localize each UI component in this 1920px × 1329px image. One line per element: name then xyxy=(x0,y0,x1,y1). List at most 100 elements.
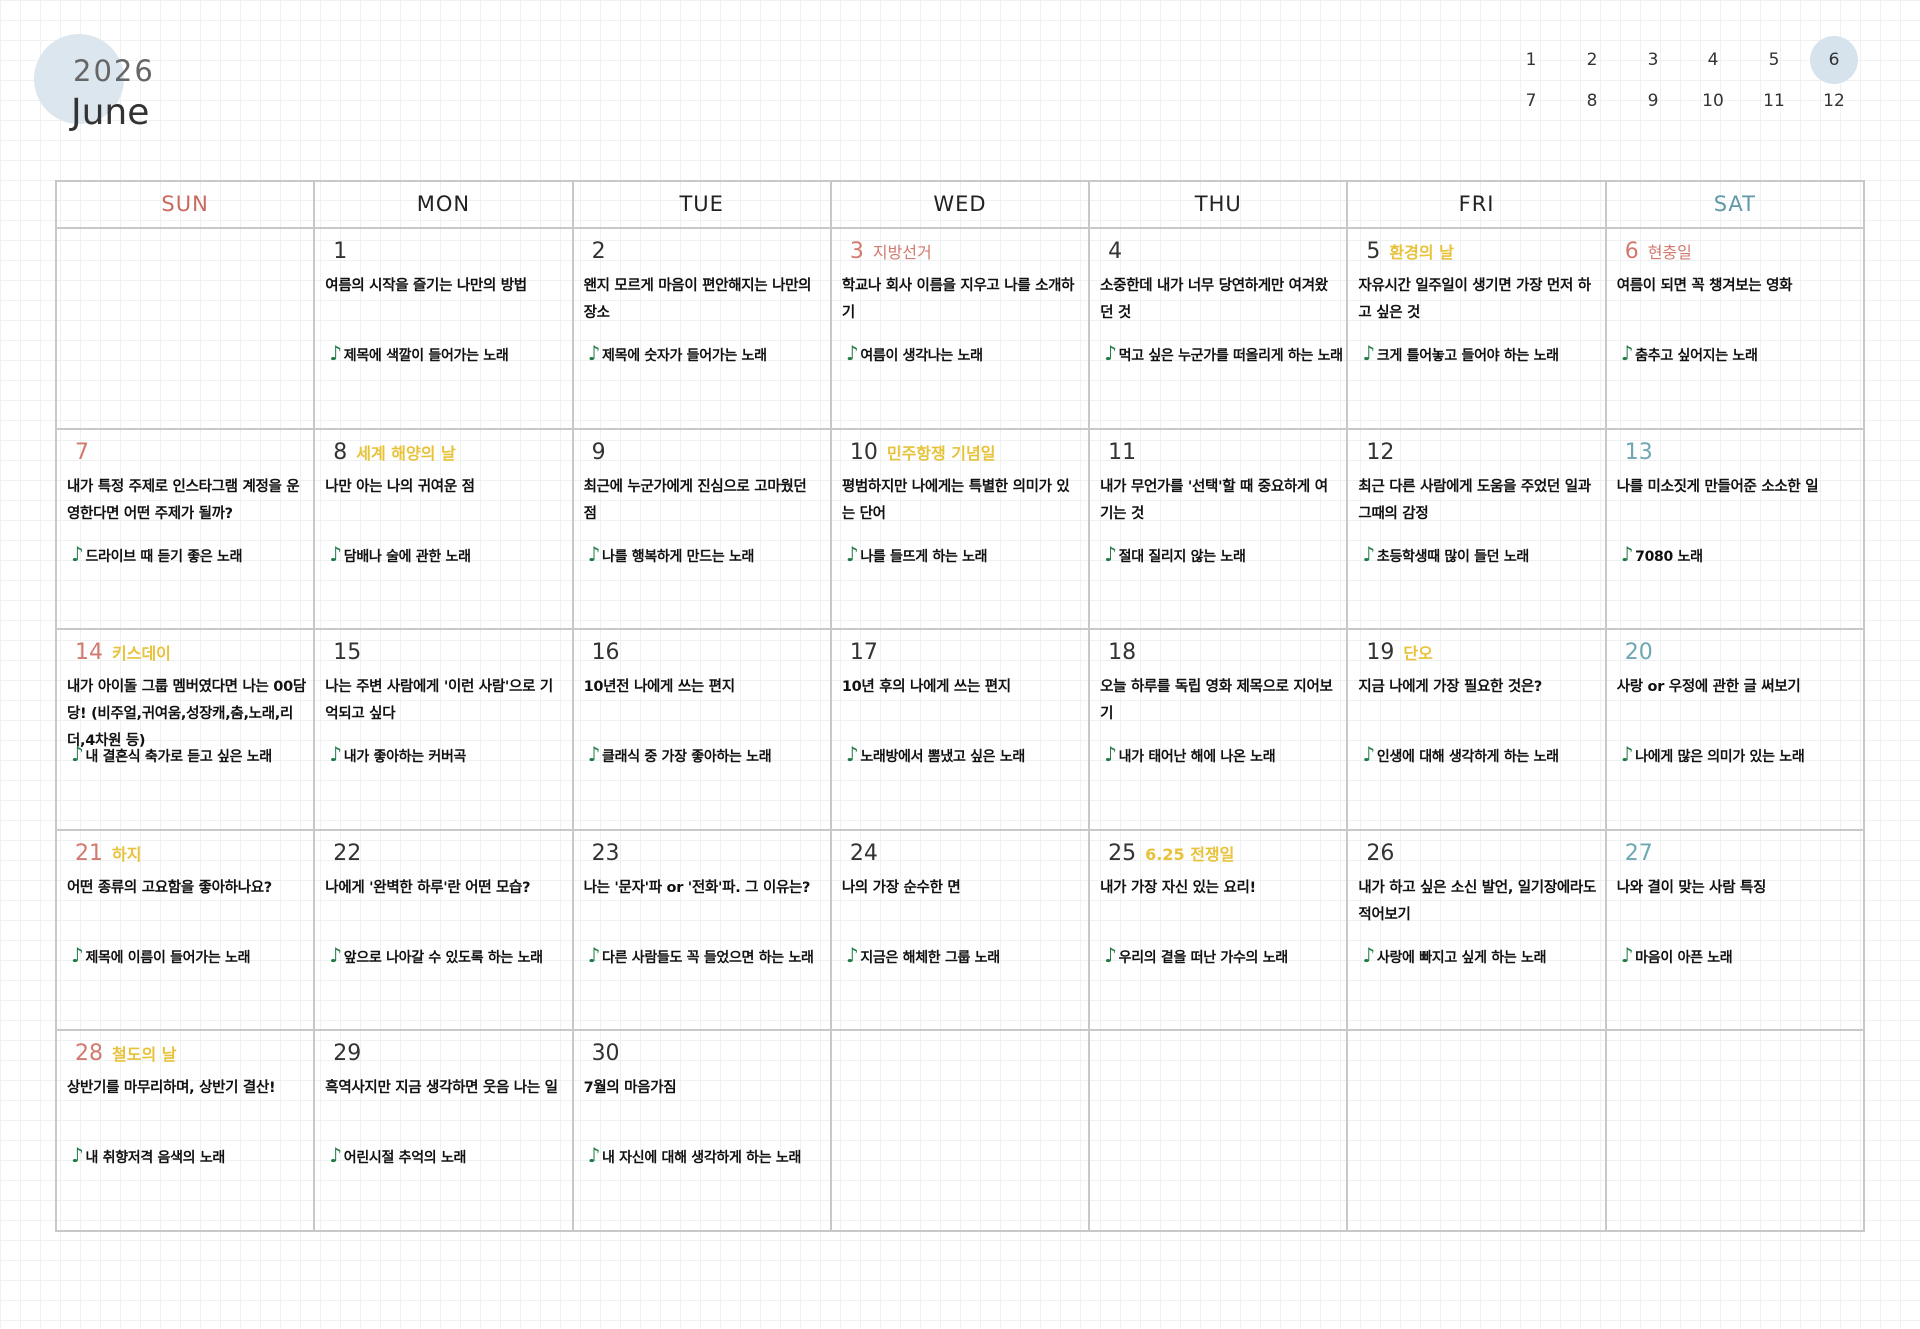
month-link-11[interactable]: 11 xyxy=(1750,77,1798,125)
calendar-grid: SUN MON TUE WED THU FRI SAT 1 여름의 시작을 즐기는 나만의 방법… xyxy=(55,180,1865,1232)
day-cell-24[interactable]: 24 나의 가장 순수한 면 ♪ 지금은 해체한 그룹 노래 xyxy=(831,830,1091,1032)
song-prompt-text: 다른 사람들도 꼭 들었으면 하는 노래 xyxy=(602,949,814,966)
daily-prompt: 나만 아는 나의 귀여운 점 xyxy=(325,478,475,495)
day-header: 27 xyxy=(1617,841,1857,873)
song-prompt: ♪ 먹고 싶은 누군가를 떠올리게 하는 노래 xyxy=(1104,341,1343,365)
daily-prompt: 평범하지만 나에게는 특별한 의미가 있는 단어 xyxy=(841,478,1070,522)
day-cell-30[interactable]: 30 7월의 마음가짐 ♪ 내 자신에 대해 생각하게 하는 노래 xyxy=(573,1031,832,1232)
daily-prompt: 소중한데 내가 너무 당연하게만 여겨왔던 것 xyxy=(1100,278,1328,321)
music-note-icon: ♪ xyxy=(1620,541,1634,566)
day-cell-28[interactable]: 28 철도의 날 상반기를 마무리하며, 상반기 결산! ♪ 내 취향저격 음색의 노래 xyxy=(57,1031,316,1232)
music-note-icon: ♪ xyxy=(1620,341,1634,365)
song-prompt: ♪ 우리의 곁을 떠난 가수의 노래 xyxy=(1104,943,1342,967)
month-link-7[interactable]: 7 xyxy=(1507,77,1555,125)
song-prompt-text: 춤추고 싶어지는 노래 xyxy=(1635,348,1758,364)
day-header: 9 xyxy=(584,440,824,472)
song-prompt-text: 제목에 색깔이 들어가는 노래 xyxy=(343,348,509,364)
day-cell-21[interactable]: 21 하지 어떤 종류의 고요함을 좋아하나요? ♪ 제목에 이름이 들어가는 노래 xyxy=(57,830,316,1032)
day-cell-17[interactable]: 17 10년 후의 나에게 쓰는 편지 ♪ 노래방에서 뽐냈고 싶은 노래 xyxy=(831,630,1091,831)
weekday-header-mon: MON xyxy=(315,182,574,229)
day-header: 18 xyxy=(1100,640,1340,672)
holiday-label: 환경의 날 xyxy=(1389,243,1454,262)
music-note-icon: ♪ xyxy=(845,341,859,365)
day-number: 18 xyxy=(1108,640,1137,666)
day-number: 12 xyxy=(1366,439,1395,465)
day-cell-9[interactable]: 9 최근에 누군가에게 진심으로 고마웠던 점 ♪ 나를 행복하게 만드는 노래 xyxy=(573,429,832,631)
song-prompt: ♪ 제목에 이름이 들어가는 노래 xyxy=(71,943,309,967)
day-header: 1 xyxy=(325,239,565,271)
song-prompt-text: 나에게 많은 의미가 있는 노래 xyxy=(1635,749,1805,766)
music-note-icon: ♪ xyxy=(329,742,342,767)
music-note-icon: ♪ xyxy=(329,1143,342,1168)
month-link-12[interactable]: 12 xyxy=(1810,77,1858,125)
empty-day-cell xyxy=(57,229,316,430)
song-prompt: ♪ 클래식 중 가장 좋아하는 노래 xyxy=(588,742,826,766)
day-header: 22 xyxy=(325,841,565,873)
holiday-label: 단오 xyxy=(1403,644,1433,664)
day-cell-6[interactable]: 6 현충일 여름이 되면 꼭 챙겨보는 영화 ♪ 춤추고 싶어지는 노래 xyxy=(1606,229,1865,430)
day-cell-19[interactable]: 19 단오 지금 나에게 가장 필요한 것은? ♪ 인생에 대해 생각하게 하는 노래 xyxy=(1348,630,1607,831)
day-header: 10 민주항쟁 기념일 xyxy=(842,440,1082,472)
day-cell-15[interactable]: 15 나는 주변 사람에게 '이런 사람'으로 기억되고 싶다 ♪ 내가 좋아하는 커… xyxy=(315,630,574,831)
day-cell-5[interactable]: 5 환경의 날 자유시간 일주일이 생기면 가장 먼저 하고 싶은 것 ♪ 크게 틀어놓… xyxy=(1348,229,1607,430)
day-number: 7 xyxy=(75,439,89,465)
day-cell-2[interactable]: 2 왠지 모르게 마음이 편안해지는 나만의 장소 ♪ 제목에 숫자가 들어가는 노래 xyxy=(573,229,832,430)
song-prompt: ♪ 초등학생때 많이 들던 노래 xyxy=(1362,542,1600,566)
day-cell-1[interactable]: 1 여름의 시작을 즐기는 나만의 방법 ♪ 제목에 색깔이 들어가는 노래 xyxy=(315,229,574,430)
day-cell-14[interactable]: 14 키스데이 내가 아이돌 그룹 멤버였다면 나는 00담당! (비주얼,귀여움,… xyxy=(57,630,316,831)
day-header: 23 xyxy=(584,841,824,873)
day-cell-10[interactable]: 10 민주항쟁 기념일 평범하지만 나에게는 특별한 의미가 있는 단어 ♪ 나를 들뜨… xyxy=(831,429,1091,631)
day-number: 30 xyxy=(591,1041,620,1067)
daily-prompt: 나의 가장 순수한 면 xyxy=(841,879,961,896)
day-cell-27[interactable]: 27 나와 결이 맞는 사람 특징 ♪ 마음이 아픈 노래 xyxy=(1606,830,1865,1032)
music-note-icon: ♪ xyxy=(587,1143,601,1168)
day-number: 25 xyxy=(1108,840,1137,866)
day-cell-8[interactable]: 8 세계 해양의 날 나만 아는 나의 귀여운 점 ♪ 담배나 술에 관한 노래 xyxy=(315,429,574,631)
day-cell-25[interactable]: 25 6.25 전쟁일 내가 가장 자신 있는 요리! ♪ 우리의 곁을 떠난 가수의 … xyxy=(1090,830,1349,1032)
music-note-icon: ♪ xyxy=(71,1143,84,1168)
day-header: 3 지방선거 xyxy=(842,239,1082,271)
day-cell-26[interactable]: 26 내가 하고 싶은 소신 발언, 일기장에라도 적어보기 ♪ 사랑에 빠지고 싶게… xyxy=(1348,830,1607,1032)
daily-prompt: 나는 '문자'파 or '전화'파. 그 이유는? xyxy=(583,879,811,896)
day-header: 5 환경의 날 xyxy=(1358,239,1598,271)
day-cell-7[interactable]: 7 내가 특정 주제로 인스타그램 계정을 운영한다면 어떤 주제가 될까? ♪ 드라… xyxy=(57,429,316,631)
day-header: 30 xyxy=(584,1041,824,1073)
month-link-10[interactable]: 10 xyxy=(1689,77,1737,125)
day-number: 11 xyxy=(1108,439,1137,465)
song-prompt: ♪ 제목에 색깔이 들어가는 노래 xyxy=(329,341,567,365)
song-prompt-text: 드라이브 때 듣기 좋은 노래 xyxy=(85,548,243,565)
song-prompt: ♪ 드라이브 때 듣기 좋은 노래 xyxy=(71,542,309,566)
song-prompt: ♪ 크게 틀어놓고 들어야 하는 노래 xyxy=(1362,341,1600,365)
song-prompt-text: 초등학생때 많이 들던 노래 xyxy=(1376,548,1529,565)
day-cell-4[interactable]: 4 소중한데 내가 너무 당연하게만 여겨왔던 것 ♪ 먹고 싶은 누군가를 떠올리게… xyxy=(1090,229,1349,430)
music-note-icon: ♪ xyxy=(329,942,342,967)
day-number: 5 xyxy=(1366,239,1381,264)
music-note-icon: ♪ xyxy=(845,942,859,967)
song-prompt: ♪ 노래방에서 뽐냈고 싶은 노래 xyxy=(846,742,1084,766)
day-cell-16[interactable]: 16 10년전 나에게 쓰는 편지 ♪ 클래식 중 가장 좋아하는 노래 xyxy=(573,630,832,831)
day-cell-13[interactable]: 13 나를 미소짓게 만들어준 소소한 일 ♪ 7080 노래 xyxy=(1606,429,1865,631)
day-cell-29[interactable]: 29 흑역사지만 지금 생각하면 웃음 나는 일 ♪ 어린시절 추억의 노래 xyxy=(315,1031,574,1232)
music-note-icon: ♪ xyxy=(329,341,342,365)
day-cell-3[interactable]: 3 지방선거 학교나 회사 이름을 지우고 나를 소개하기 ♪ 여름이 생각나는 노래 xyxy=(831,229,1091,430)
song-prompt: ♪ 춤추고 싶어지는 노래 xyxy=(1621,341,1859,365)
day-cell-18[interactable]: 18 오늘 하루를 독립 영화 제목으로 지어보기 ♪ 내가 태어난 해에 나온 노래 xyxy=(1090,630,1349,831)
day-cell-20[interactable]: 20 사랑 or 우정에 관한 글 써보기 ♪ 나에게 많은 의미가 있는 노래 xyxy=(1606,630,1865,831)
song-prompt: ♪ 나에게 많은 의미가 있는 노래 xyxy=(1621,742,1859,766)
music-note-icon: ♪ xyxy=(587,541,601,566)
music-note-icon: ♪ xyxy=(71,742,84,767)
music-note-icon: ♪ xyxy=(329,541,342,566)
month-link-8[interactable]: 8 xyxy=(1568,77,1616,125)
day-header: 13 xyxy=(1617,440,1857,472)
day-cell-23[interactable]: 23 나는 '문자'파 or '전화'파. 그 이유는? ♪ 다른 사람들도 꼭 들었… xyxy=(573,830,832,1032)
day-number: 24 xyxy=(849,840,878,866)
music-note-icon: ♪ xyxy=(1362,942,1375,967)
day-cell-12[interactable]: 12 최근 다른 사람에게 도움을 주었던 일과 그때의 감정 ♪ 초등학생때 많이 … xyxy=(1348,429,1607,631)
day-cell-11[interactable]: 11 내가 무언가를 '선택'할 때 중요하게 여기는 것 ♪ 절대 질리지 않는 노… xyxy=(1090,429,1349,631)
song-prompt-text: 담배나 술에 관한 노래 xyxy=(343,548,471,565)
day-header: 15 xyxy=(325,640,565,672)
song-prompt: ♪ 내 자신에 대해 생각하게 하는 노래 xyxy=(588,1143,826,1167)
month-link-9[interactable]: 9 xyxy=(1629,77,1677,125)
day-cell-22[interactable]: 22 나에게 '완벽한 하루'란 어떤 모습? ♪ 앞으로 나아갈 수 있도록 하는 … xyxy=(315,830,574,1032)
song-prompt-text: 사랑에 빠지고 싶게 하는 노래 xyxy=(1376,949,1547,966)
